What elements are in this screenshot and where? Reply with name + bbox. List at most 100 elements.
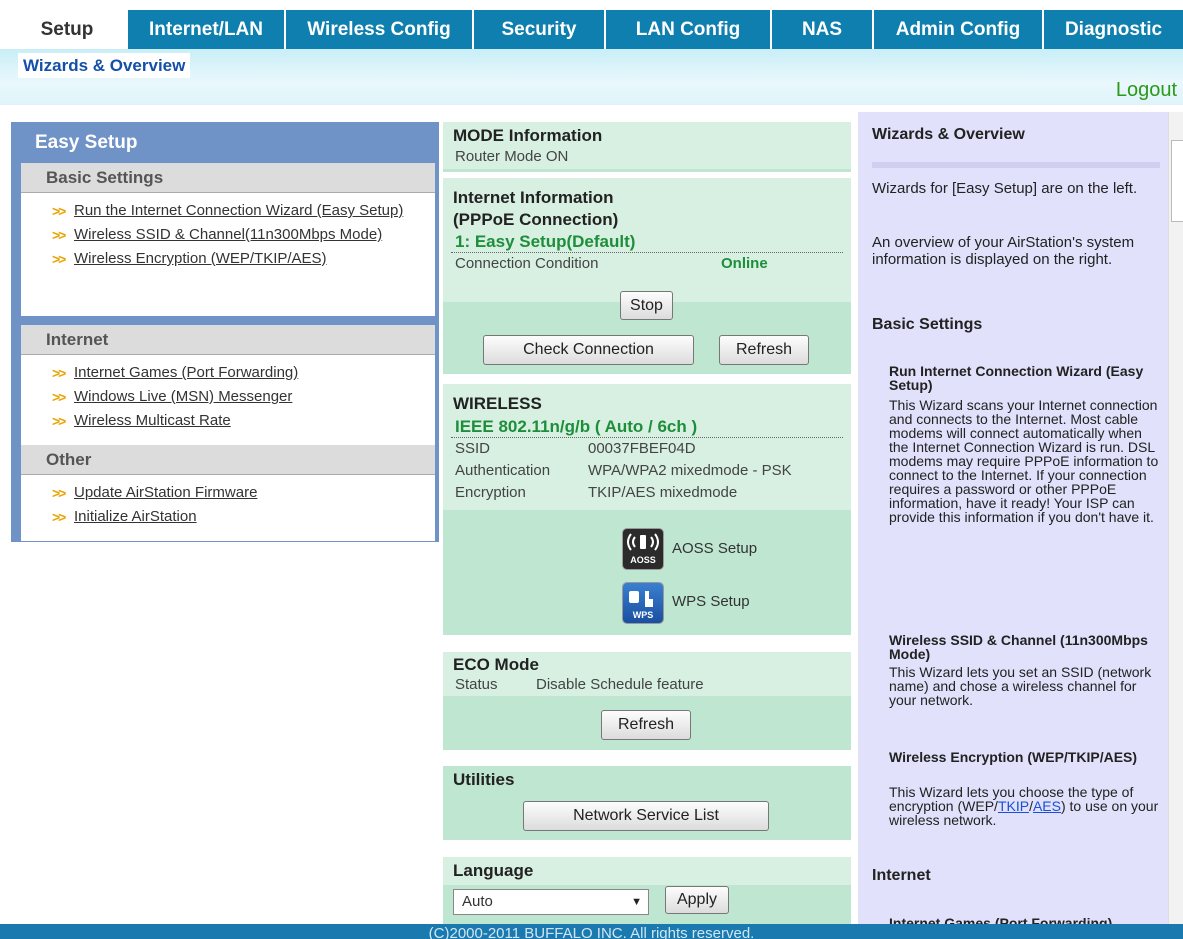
aoss-icon[interactable]: AOSS <box>623 529 663 569</box>
language-box: Language Auto ▼ Apply <box>443 857 851 924</box>
scrollbar[interactable] <box>1168 112 1183 924</box>
section-internet: Internet >> Internet Games (Port Forwardi… <box>21 325 435 447</box>
network-service-list-button[interactable]: Network Service List <box>523 801 769 831</box>
connection-status: Online <box>721 255 768 272</box>
divider <box>872 162 1160 168</box>
ssid-row: SSID 00037FBEF04D <box>443 438 851 460</box>
link-wireless-encryption[interactable]: Wireless Encryption (WEP/TKIP/AES) <box>74 249 327 269</box>
language-selected: Auto <box>462 893 493 910</box>
wps-setup-link[interactable]: WPS Setup <box>672 593 750 610</box>
wps-icon[interactable]: WPS <box>623 583 663 623</box>
scrollbar-thumb[interactable] <box>1171 140 1183 222</box>
help-internet: Internet <box>872 867 931 884</box>
link-multicast-rate[interactable]: Wireless Multicast Rate <box>74 411 231 431</box>
eco-status-row: Status Disable Schedule feature <box>443 675 851 695</box>
eco-title: ECO Mode <box>443 652 851 675</box>
connection-condition-label: Connection Condition <box>455 255 599 272</box>
chevron-down-icon: ▼ <box>631 896 642 908</box>
help-heading-wizard: Run Internet Connection Wizard (Easy Set… <box>889 363 1144 393</box>
list-item[interactable]: >> Windows Live (MSN) Messenger <box>21 385 435 409</box>
help-basic-settings: Basic Settings <box>872 316 983 333</box>
sub-nav: Wizards & Overview Logout <box>0 49 1183 105</box>
stop-button[interactable]: Stop <box>620 291 673 320</box>
footer-copyright: (C)2000-2011 BUFFALO INC. All rights res… <box>0 924 1183 939</box>
aes-link[interactable]: AES <box>1033 798 1061 814</box>
ssid-label: SSID <box>455 440 491 457</box>
ssid-value: 00037FBEF04D <box>588 440 696 457</box>
wireless-title: WIRELESS <box>443 384 851 414</box>
list-item[interactable]: >> Wireless Multicast Rate <box>21 409 435 433</box>
aoss-icon-text: AOSS <box>630 555 656 565</box>
list-item[interactable]: >> Initialize AirStation <box>21 505 435 529</box>
tab-security[interactable]: Security <box>474 10 606 49</box>
tab-nas[interactable]: NAS <box>772 10 874 49</box>
encryption-label: Encryption <box>455 484 526 501</box>
tkip-link[interactable]: TKIP <box>998 798 1029 814</box>
internet-subtitle: (PPPoE Connection) <box>443 208 851 230</box>
double-arrow-icon: >> <box>52 413 66 429</box>
language-select[interactable]: Auto ▼ <box>453 889 649 915</box>
help-title: Wizards & Overview <box>872 126 1025 143</box>
connection-profile: 1: Easy Setup(Default) <box>455 232 636 251</box>
double-arrow-icon: >> <box>52 365 66 381</box>
refresh-button[interactable]: Refresh <box>719 335 809 365</box>
tab-wireless-config[interactable]: Wireless Config <box>286 10 474 49</box>
link-initialize[interactable]: Initialize AirStation <box>74 507 197 527</box>
eco-refresh-button[interactable]: Refresh <box>601 710 691 740</box>
top-nav: Setup Internet/LAN Wireless Config Secur… <box>0 0 1183 49</box>
section-header: Internet <box>21 325 435 355</box>
language-title: Language <box>443 857 851 885</box>
auth-row: Authentication WPA/WPA2 mixedmode - PSK <box>443 460 851 482</box>
internet-info-box: Internet Information (PPPoE Connection) … <box>443 178 851 374</box>
connection-condition-row: Connection Condition Online <box>443 253 851 275</box>
tab-diagnostic[interactable]: Diagnostic <box>1044 10 1183 49</box>
auth-label: Authentication <box>455 462 551 479</box>
link-run-wizard[interactable]: Run the Internet Connection Wizard (Easy… <box>74 201 403 221</box>
link-wireless-ssid[interactable]: Wireless SSID & Channel(11n300Mbps Mode) <box>74 225 382 245</box>
list-item[interactable]: >> Internet Games (Port Forwarding) <box>21 361 435 385</box>
tab-lan-config[interactable]: LAN Config <box>606 10 772 49</box>
apply-button[interactable]: Apply <box>665 886 729 914</box>
double-arrow-icon: >> <box>52 203 66 219</box>
encryption-row: Encryption TKIP/AES mixedmode <box>443 482 851 504</box>
help-heading-ssid: Wireless SSID & Channel (11n300Mbps Mode… <box>889 632 1148 662</box>
mode-title: MODE Information <box>443 122 851 148</box>
check-connection-button[interactable]: Check Connection <box>483 335 694 365</box>
link-update-firmware[interactable]: Update AirStation Firmware <box>74 483 257 503</box>
tab-internet-lan[interactable]: Internet/LAN <box>128 10 286 49</box>
wireless-standard: IEEE 802.11n/g/b ( Auto / 6ch ) <box>455 417 698 436</box>
help-intro-1: Wizards for [Easy Setup] are on the left… <box>872 180 1138 197</box>
list-item[interactable]: >> Wireless Encryption (WEP/TKIP/AES) <box>21 247 435 271</box>
utilities-title: Utilities <box>443 766 851 794</box>
section-header: Other <box>21 445 435 475</box>
section-header: Basic Settings <box>21 163 435 193</box>
list-item[interactable]: >> Wireless SSID & Channel(11n300Mbps Mod… <box>21 223 435 247</box>
list-item[interactable]: >> Update AirStation Firmware <box>21 481 435 505</box>
easy-setup-panel: Easy Setup Basic Settings >> Run the Inte… <box>11 122 439 542</box>
wps-icon-text: WPS <box>632 610 654 620</box>
eco-status-label: Status <box>455 676 498 693</box>
help-text-ssid: This Wizard lets you set an SSID (networ… <box>889 664 1152 708</box>
link-internet-games[interactable]: Internet Games (Port Forwarding) <box>74 363 298 383</box>
logout-link[interactable]: Logout <box>1116 79 1177 102</box>
subtab-wizards-overview[interactable]: Wizards & Overview <box>18 53 191 78</box>
double-arrow-icon: >> <box>52 485 66 501</box>
mode-info-box: MODE Information Router Mode ON <box>443 122 851 172</box>
wireless-box: WIRELESS IEEE 802.11n/g/b ( Auto / 6ch )… <box>443 384 851 635</box>
help-heading-encryption: Wireless Encryption (WEP/TKIP/AES) <box>889 749 1138 765</box>
double-arrow-icon: >> <box>52 251 66 267</box>
mode-status: Router Mode ON <box>443 148 851 169</box>
tab-setup[interactable]: Setup <box>8 10 128 49</box>
section-basic-settings: Basic Settings >> Run the Internet Connec… <box>21 163 435 316</box>
section-other: Other >> Update AirStation Firmware >> Ini… <box>21 445 435 541</box>
tab-admin-config[interactable]: Admin Config <box>874 10 1044 49</box>
help-text-wizard: This Wizard scans your Internet connecti… <box>889 397 1159 525</box>
link-windows-live[interactable]: Windows Live (MSN) Messenger <box>74 387 292 407</box>
double-arrow-icon: >> <box>52 509 66 525</box>
double-arrow-icon: >> <box>52 227 66 243</box>
aoss-setup-link[interactable]: AOSS Setup <box>672 540 757 557</box>
help-text-encryption: This Wizard lets you choose the type of … <box>889 785 1164 827</box>
internet-title: Internet Information <box>443 178 851 208</box>
double-arrow-icon: >> <box>52 389 66 405</box>
list-item[interactable]: >> Run the Internet Connection Wizard (Ea… <box>21 199 435 223</box>
